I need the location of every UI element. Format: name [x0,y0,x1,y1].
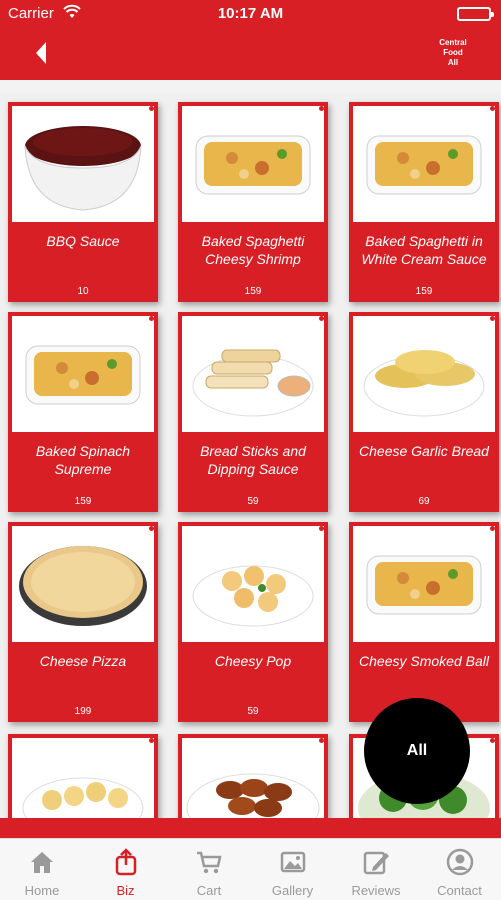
product-image [182,526,324,642]
product-name: Cheesy Smoked Ball [359,653,489,669]
product-name: Cheese Garlic Bread [359,443,489,459]
product-price: 59 [247,706,259,717]
product-card[interactable]: Baked Spaghetti Cheesy Shrimp 159 [178,102,328,302]
product-indicator-dot [319,738,324,743]
product-image [12,106,154,222]
product-indicator-dot [149,316,154,321]
reviews-icon [361,847,391,877]
product-name: BBQ Sauce [46,233,120,249]
product-price: 199 [74,706,92,717]
tab-bar: Home Biz Cart Gallery Reviews Contact [0,838,501,900]
product-name: Baked Spinach Supreme [35,443,131,477]
product-indicator-dot [490,738,495,743]
tab-label: Cart [196,883,222,898]
product-name: Baked Spaghetti in White Cream Sauce [361,233,487,267]
nav-bar: Central Food All [0,28,501,80]
product-card[interactable]: Cheese Garlic Bread 69 [349,312,499,512]
tab-contact[interactable]: Contact [418,839,501,900]
product-price: 159 [415,286,433,297]
product-indicator-dot [319,526,324,531]
battery-icon [457,7,494,21]
product-price: 10 [77,286,89,297]
tab-label: Biz [116,883,135,898]
product-card[interactable]: Bread Sticks and Dipping Sauce 59 [178,312,328,512]
product-image [12,526,154,642]
grid-bottom-band [0,818,501,838]
product-image [182,316,324,432]
product-indicator-dot [149,738,154,743]
product-name: Cheese Pizza [39,653,127,669]
central-food-all-link[interactable]: Central Food All [433,38,473,68]
product-name: Cheesy Pop [214,653,292,669]
product-name: Bread Sticks and Dipping Sauce [200,443,306,477]
product-image [353,106,495,222]
nav-right-line-2: Food [443,48,463,57]
back-arrow-icon [36,42,46,64]
tab-label: Home [24,883,60,898]
biz-icon [111,847,141,877]
product-indicator-dot [490,526,495,531]
home-icon [27,847,57,877]
contact-icon [445,847,475,877]
tab-gallery[interactable]: Gallery [251,839,335,900]
gallery-icon [278,847,308,877]
tab-home[interactable]: Home [0,839,84,900]
tab-biz[interactable]: Biz [84,839,168,900]
product-price: 59 [247,496,259,507]
product-image [12,316,154,432]
product-image [353,316,495,432]
product-indicator-dot [319,316,324,321]
status-bar: Carrier 10:17 AM [0,0,501,28]
product-price: 159 [244,286,262,297]
tab-label: Reviews [351,883,401,898]
product-indicator-dot [490,316,495,321]
product-indicator-dot [490,106,495,111]
product-image [353,526,495,642]
tab-reviews[interactable]: Reviews [334,839,418,900]
product-price: 159 [74,496,92,507]
product-card[interactable]: Baked Spinach Supreme 159 [8,312,158,512]
product-name: Baked Spaghetti Cheesy Shrimp [201,233,305,267]
product-indicator-dot [319,106,324,111]
back-button[interactable] [28,38,58,68]
tab-label: Gallery [271,883,314,898]
product-card[interactable]: Cheese Pizza 199 [8,522,158,722]
product-price: 69 [418,496,430,507]
cart-icon [194,847,224,877]
nav-right-line-3: All [447,58,459,67]
product-card[interactable]: Baked Spaghetti in White Cream Sauce 159 [349,102,499,302]
clock: 10:17 AM [217,5,284,22]
product-card[interactable]: Cheesy Pop 59 [178,522,328,722]
product-indicator-dot [149,526,154,531]
tab-label: Contact [437,883,482,898]
product-image [182,106,324,222]
product-card[interactable]: Cheesy Smoked Ball [349,522,499,722]
product-indicator-dot [149,106,154,111]
nav-right-line-1: Central [439,38,467,47]
all-filter-button[interactable]: All [364,698,470,804]
product-card[interactable]: BBQ Sauce 10 [8,102,158,302]
tab-cart[interactable]: Cart [167,839,251,900]
